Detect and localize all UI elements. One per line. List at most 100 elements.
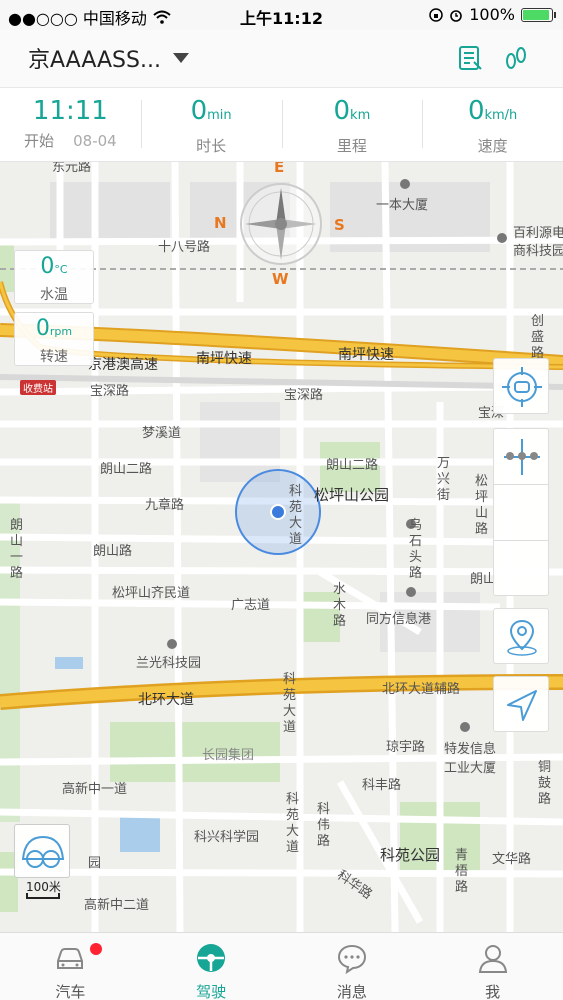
tab-messages[interactable]: 消息: [282, 933, 423, 1000]
trip-stats: 11:11 开始 08-04 0min 时长 0km 里程 0km/h 速度: [0, 88, 563, 162]
map-label: 琼宇路: [386, 740, 426, 755]
zoom-control: [493, 428, 549, 596]
dashboard-button[interactable]: [14, 824, 70, 878]
map-label: 高新中一道: [62, 782, 128, 797]
rpm-value: 0: [35, 316, 50, 341]
map-label: 科苑大道: [289, 484, 303, 547]
stat-duration: 0min 时长: [140, 88, 282, 161]
map-label: 科兴科学园: [194, 830, 260, 845]
message-icon: [337, 944, 366, 975]
distance-value: 0: [333, 96, 351, 126]
map-label: 水木路: [333, 582, 347, 629]
map-label: 科苑大道: [286, 792, 300, 855]
map-label: 九章路: [145, 498, 185, 513]
stat-start: 11:11 开始 08-04: [0, 88, 141, 161]
map-label: 铜鼓路: [538, 760, 552, 807]
battery-percent: 100%: [469, 5, 515, 24]
map-label: 东元路: [52, 162, 92, 175]
tab-label: 汽车: [55, 983, 86, 1000]
tab-me[interactable]: 我: [422, 933, 563, 1000]
zoom-out-button[interactable]: [494, 456, 548, 541]
more-button[interactable]: [494, 452, 548, 595]
stat-speed: 0km/h 速度: [422, 88, 563, 161]
start-label: 开始: [24, 132, 55, 150]
report-icon[interactable]: [456, 44, 484, 72]
tab-drive[interactable]: 驾驶: [141, 933, 282, 1000]
navigation-arrow-icon: [507, 690, 537, 721]
person-icon: [478, 945, 507, 973]
map-label: 园: [88, 856, 102, 871]
map-label: 科苑大道: [283, 672, 297, 735]
footprint-icon[interactable]: [502, 44, 530, 72]
duration-label: 时长: [196, 137, 227, 155]
duration-value: 0: [190, 96, 208, 126]
map-label: 朗山一路: [10, 518, 24, 581]
map-label: 梦溪道: [142, 426, 182, 441]
map-label: 松坪山路: [475, 474, 489, 537]
app-header: 京AAAASS...: [0, 30, 563, 88]
lock-rotation-icon: [429, 7, 443, 22]
map-label: 乌石头路: [409, 518, 423, 581]
map-label: 百利源电: [513, 226, 563, 241]
park-label: 松坪山公园: [314, 486, 390, 504]
tab-label: 我: [485, 983, 501, 1000]
road-label: 南坪快速: [338, 347, 394, 363]
tab-bar: 汽车 驾驶 消息 我: [0, 932, 563, 1000]
location-pin-button[interactable]: [493, 608, 549, 664]
map-label: 高新中二道: [84, 898, 150, 913]
rpm-label: 转速: [40, 349, 68, 365]
map-label: 一本大厦: [376, 198, 429, 213]
tab-label: 驾驶: [196, 983, 227, 1000]
crosshair-car-icon: [502, 367, 542, 407]
chevron-down-icon: [172, 53, 189, 63]
alarm-icon: [450, 9, 463, 22]
compass-n: N: [214, 214, 227, 232]
status-bar: ●●○○○ 中国移动 上午11:12 100%: [0, 0, 563, 30]
car-icon: [57, 948, 84, 969]
notification-badge: [90, 943, 102, 955]
tab-label: 消息: [336, 983, 367, 1000]
stat-distance: 0km 里程: [281, 88, 423, 161]
map-label: 青梧路: [455, 848, 469, 895]
map-label: 朗山二路: [100, 462, 153, 477]
map-label: 科丰路: [362, 778, 402, 793]
map-label: 宝深路: [90, 384, 130, 399]
tab-car[interactable]: 汽车: [0, 933, 141, 1000]
compass-e: E: [274, 162, 285, 176]
location-pin-icon: [507, 619, 537, 656]
navigate-button[interactable]: [493, 676, 549, 732]
distance-unit: km: [350, 108, 371, 123]
water-temp-unit: °C: [54, 263, 68, 276]
compass-s: S: [334, 216, 345, 234]
gauges-icon: [21, 835, 65, 868]
map-label: 广志道: [231, 598, 271, 613]
compass-w: W: [272, 270, 289, 288]
speed-unit: km/h: [484, 108, 518, 123]
vehicle-selector[interactable]: 京AAAASS...: [28, 42, 189, 74]
map-scale: 100米: [26, 878, 61, 899]
map-view[interactable]: E N S W 东元路 一本大厦 百利源电 商科技园 十八号路 创盛路 京港澳高…: [0, 162, 563, 932]
start-time: 11:11: [32, 96, 108, 126]
map-label: 北环大道辅路: [382, 682, 461, 697]
map-label: 特发信息工业大厦: [443, 742, 496, 776]
road-label: 北环大道: [138, 692, 194, 708]
battery-icon: [521, 7, 556, 22]
map-label: 十八号路: [158, 240, 211, 255]
traffic-camera-button[interactable]: [493, 358, 549, 414]
map-label: 科伟路: [317, 802, 331, 849]
rpm-unit: rpm: [49, 325, 73, 338]
distance-label: 里程: [336, 137, 367, 155]
park-label: 科苑公园: [380, 846, 441, 864]
toll-station-label: 收费站: [20, 380, 56, 395]
steering-wheel-icon: [197, 944, 226, 972]
map-label: 宝深路: [284, 388, 324, 403]
map-label: 万兴街: [437, 456, 451, 503]
water-temp-value: 0: [40, 254, 55, 279]
map-label: 兰光科技园: [136, 656, 202, 671]
start-date: 08-04: [73, 132, 117, 150]
map-label: 朗山路: [93, 544, 133, 559]
map-label: 商科技园: [513, 244, 563, 259]
map-label: 文华路: [492, 852, 532, 867]
scale-text: 100米: [26, 880, 61, 894]
map-label: 长园集团: [202, 748, 255, 763]
